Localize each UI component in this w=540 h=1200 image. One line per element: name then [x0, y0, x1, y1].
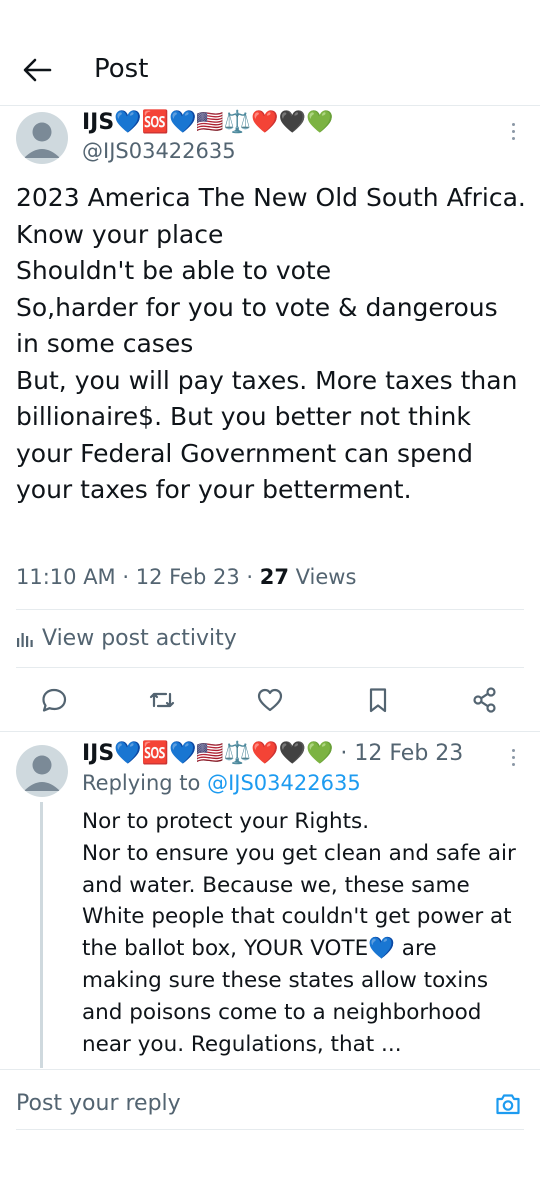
- post-timestamp: 11:10 AM · 12 Feb 23 ·: [16, 565, 260, 589]
- post-text: 2023 America The New Old South Africa. K…: [16, 183, 526, 504]
- reply-author-name[interactable]: IJS💙🆘💙🇺🇸⚖️❤️🖤💚: [82, 741, 333, 766]
- replying-prefix: Replying to: [82, 771, 208, 795]
- reply-text: Nor to protect your Rights. Nor to ensur…: [82, 809, 516, 1057]
- analytics-icon: [17, 632, 33, 647]
- more-options-icon[interactable]: [511, 123, 517, 143]
- post-meta: 11:10 AM · 12 Feb 23 · 27 Views: [16, 565, 356, 589]
- divider: [16, 609, 524, 610]
- avatar[interactable]: [16, 112, 68, 164]
- views-label: Views: [288, 565, 357, 589]
- view-activity-link[interactable]: View post activity: [16, 626, 237, 651]
- divider: [16, 1129, 524, 1130]
- bookmark-icon: [369, 688, 387, 713]
- author-display-name[interactable]: IJS💙🆘💙🇺🇸⚖️❤️🖤💚: [82, 110, 333, 135]
- share-button[interactable]: [471, 686, 499, 714]
- divider: [0, 731, 540, 732]
- replying-to-link[interactable]: @IJS03422635: [207, 771, 361, 795]
- divider: [16, 667, 524, 668]
- reply-input[interactable]: Post your reply: [16, 1091, 181, 1116]
- reply-header: IJS💙🆘💙🇺🇸⚖️❤️🖤💚 · 12 Feb 23: [82, 741, 463, 766]
- reply-avatar[interactable]: [16, 745, 68, 797]
- page-title: Post: [94, 54, 149, 84]
- share-icon: [473, 687, 496, 713]
- top-bar: Post: [0, 0, 540, 106]
- views-count: 27: [259, 565, 289, 589]
- reply-more-options-icon[interactable]: [511, 749, 517, 769]
- replying-to: Replying to @IJS03422635: [82, 771, 361, 795]
- back-arrow-icon[interactable]: [22, 56, 52, 84]
- repost-icon: [149, 692, 175, 708]
- bookmark-button[interactable]: [364, 686, 392, 714]
- thread-line: [40, 802, 43, 1068]
- divider: [0, 1069, 540, 1070]
- like-icon: [257, 688, 283, 712]
- camera-icon[interactable]: [494, 1090, 522, 1118]
- like-button[interactable]: [256, 686, 284, 714]
- author-handle[interactable]: @IJS03422635: [82, 139, 236, 163]
- reply-icon: [42, 688, 67, 712]
- reply-button[interactable]: [40, 686, 68, 714]
- repost-button[interactable]: [148, 686, 176, 714]
- reply-date: · 12 Feb 23: [333, 741, 464, 766]
- view-activity-label: View post activity: [42, 626, 237, 651]
